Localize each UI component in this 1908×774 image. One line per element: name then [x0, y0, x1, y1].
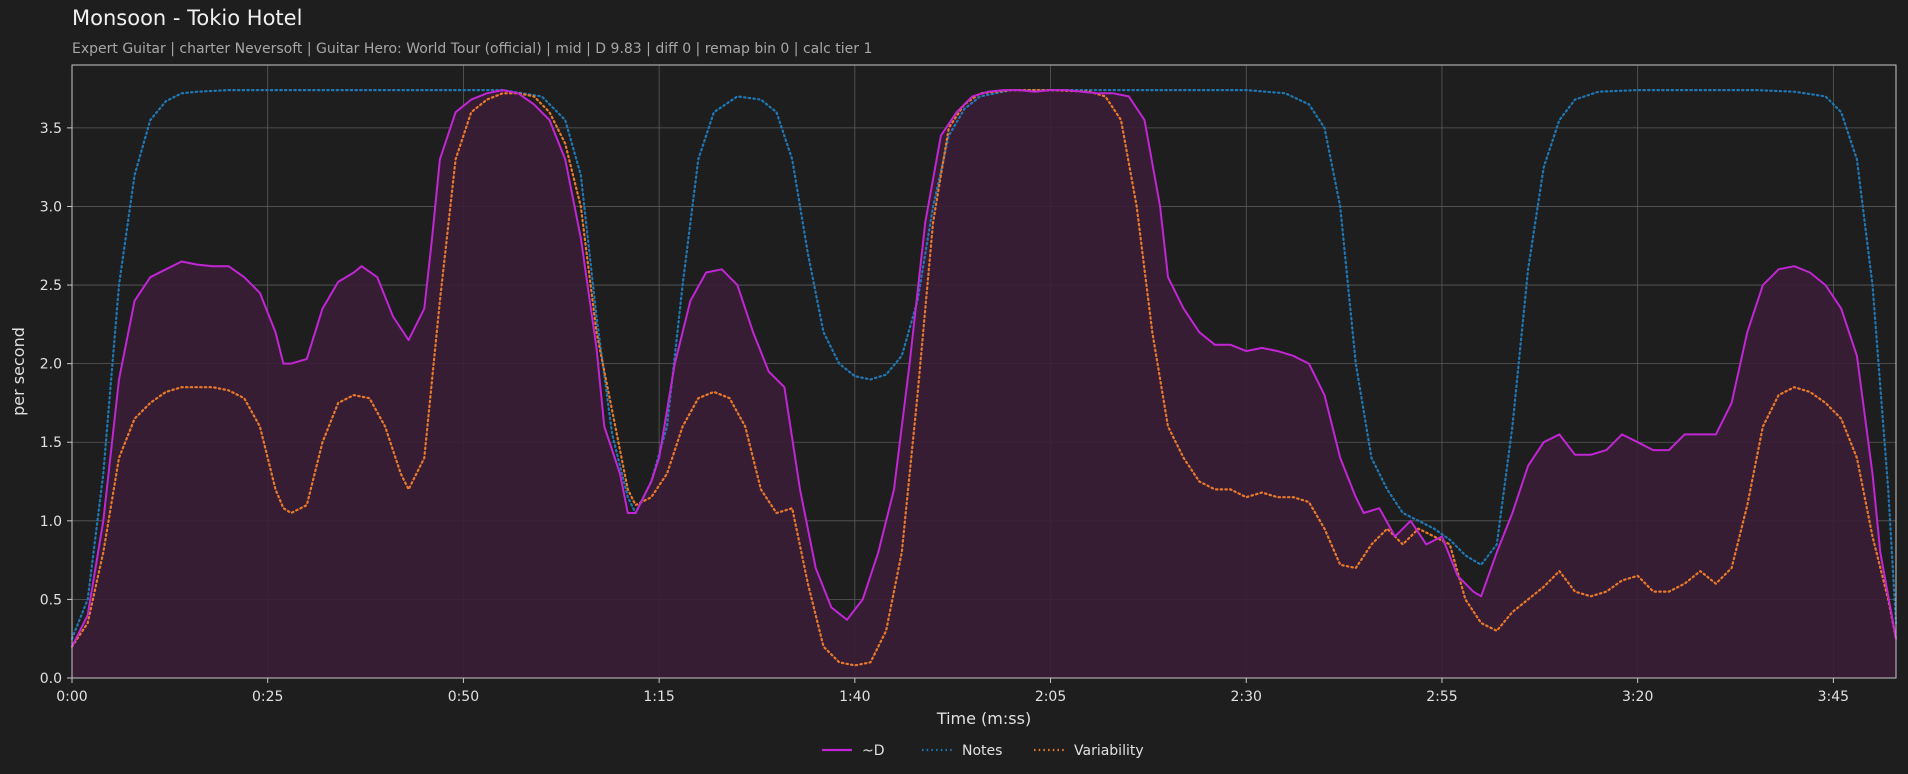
x-tick-label: 1:40 — [839, 689, 870, 705]
legend: ~D Notes Variability — [822, 743, 1144, 759]
x-tick-label: 0:00 — [56, 689, 87, 705]
x-tick-label: 0:50 — [448, 689, 479, 705]
y-tick-label: 3.5 — [40, 121, 62, 137]
x-tick-label: 2:30 — [1231, 689, 1262, 705]
d-area-fill — [72, 90, 1896, 679]
y-tick-label: 0.5 — [40, 592, 62, 608]
legend-label: Variability — [1074, 743, 1144, 759]
line-chart: 0.0 0.5 1.0 1.5 2.0 2.5 3.0 3.5 0:00 0:25 0:50 1:1… — [9, 64, 1898, 759]
y-tick-label: 0.0 — [40, 671, 62, 687]
x-tick-label: 2:05 — [1035, 689, 1066, 705]
x-axis-label: Time (m:ss) — [936, 709, 1031, 728]
y-tick-label: 2.5 — [40, 278, 62, 294]
x-tick-label: 1:15 — [643, 689, 674, 705]
x-axis-ticks: 0:00 0:25 0:50 1:15 1:40 2:05 2:30 2:55 3:20 3:45 — [56, 678, 1849, 705]
y-axis-label: per second — [9, 327, 28, 416]
x-tick-label: 2:55 — [1426, 689, 1457, 705]
y-tick-label: 1.5 — [40, 435, 62, 451]
x-tick-label: 0:25 — [252, 689, 283, 705]
legend-label: Notes — [962, 743, 1002, 759]
y-tick-label: 1.0 — [40, 514, 62, 530]
legend-label: ~D — [862, 743, 885, 759]
d-area — [72, 90, 1896, 679]
x-tick-label: 3:45 — [1818, 689, 1849, 705]
y-tick-label: 2.0 — [40, 357, 62, 373]
x-tick-label: 3:20 — [1622, 689, 1653, 705]
y-axis-ticks: 0.0 0.5 1.0 1.5 2.0 2.5 3.0 3.5 — [40, 121, 72, 687]
y-tick-label: 3.0 — [40, 199, 62, 215]
